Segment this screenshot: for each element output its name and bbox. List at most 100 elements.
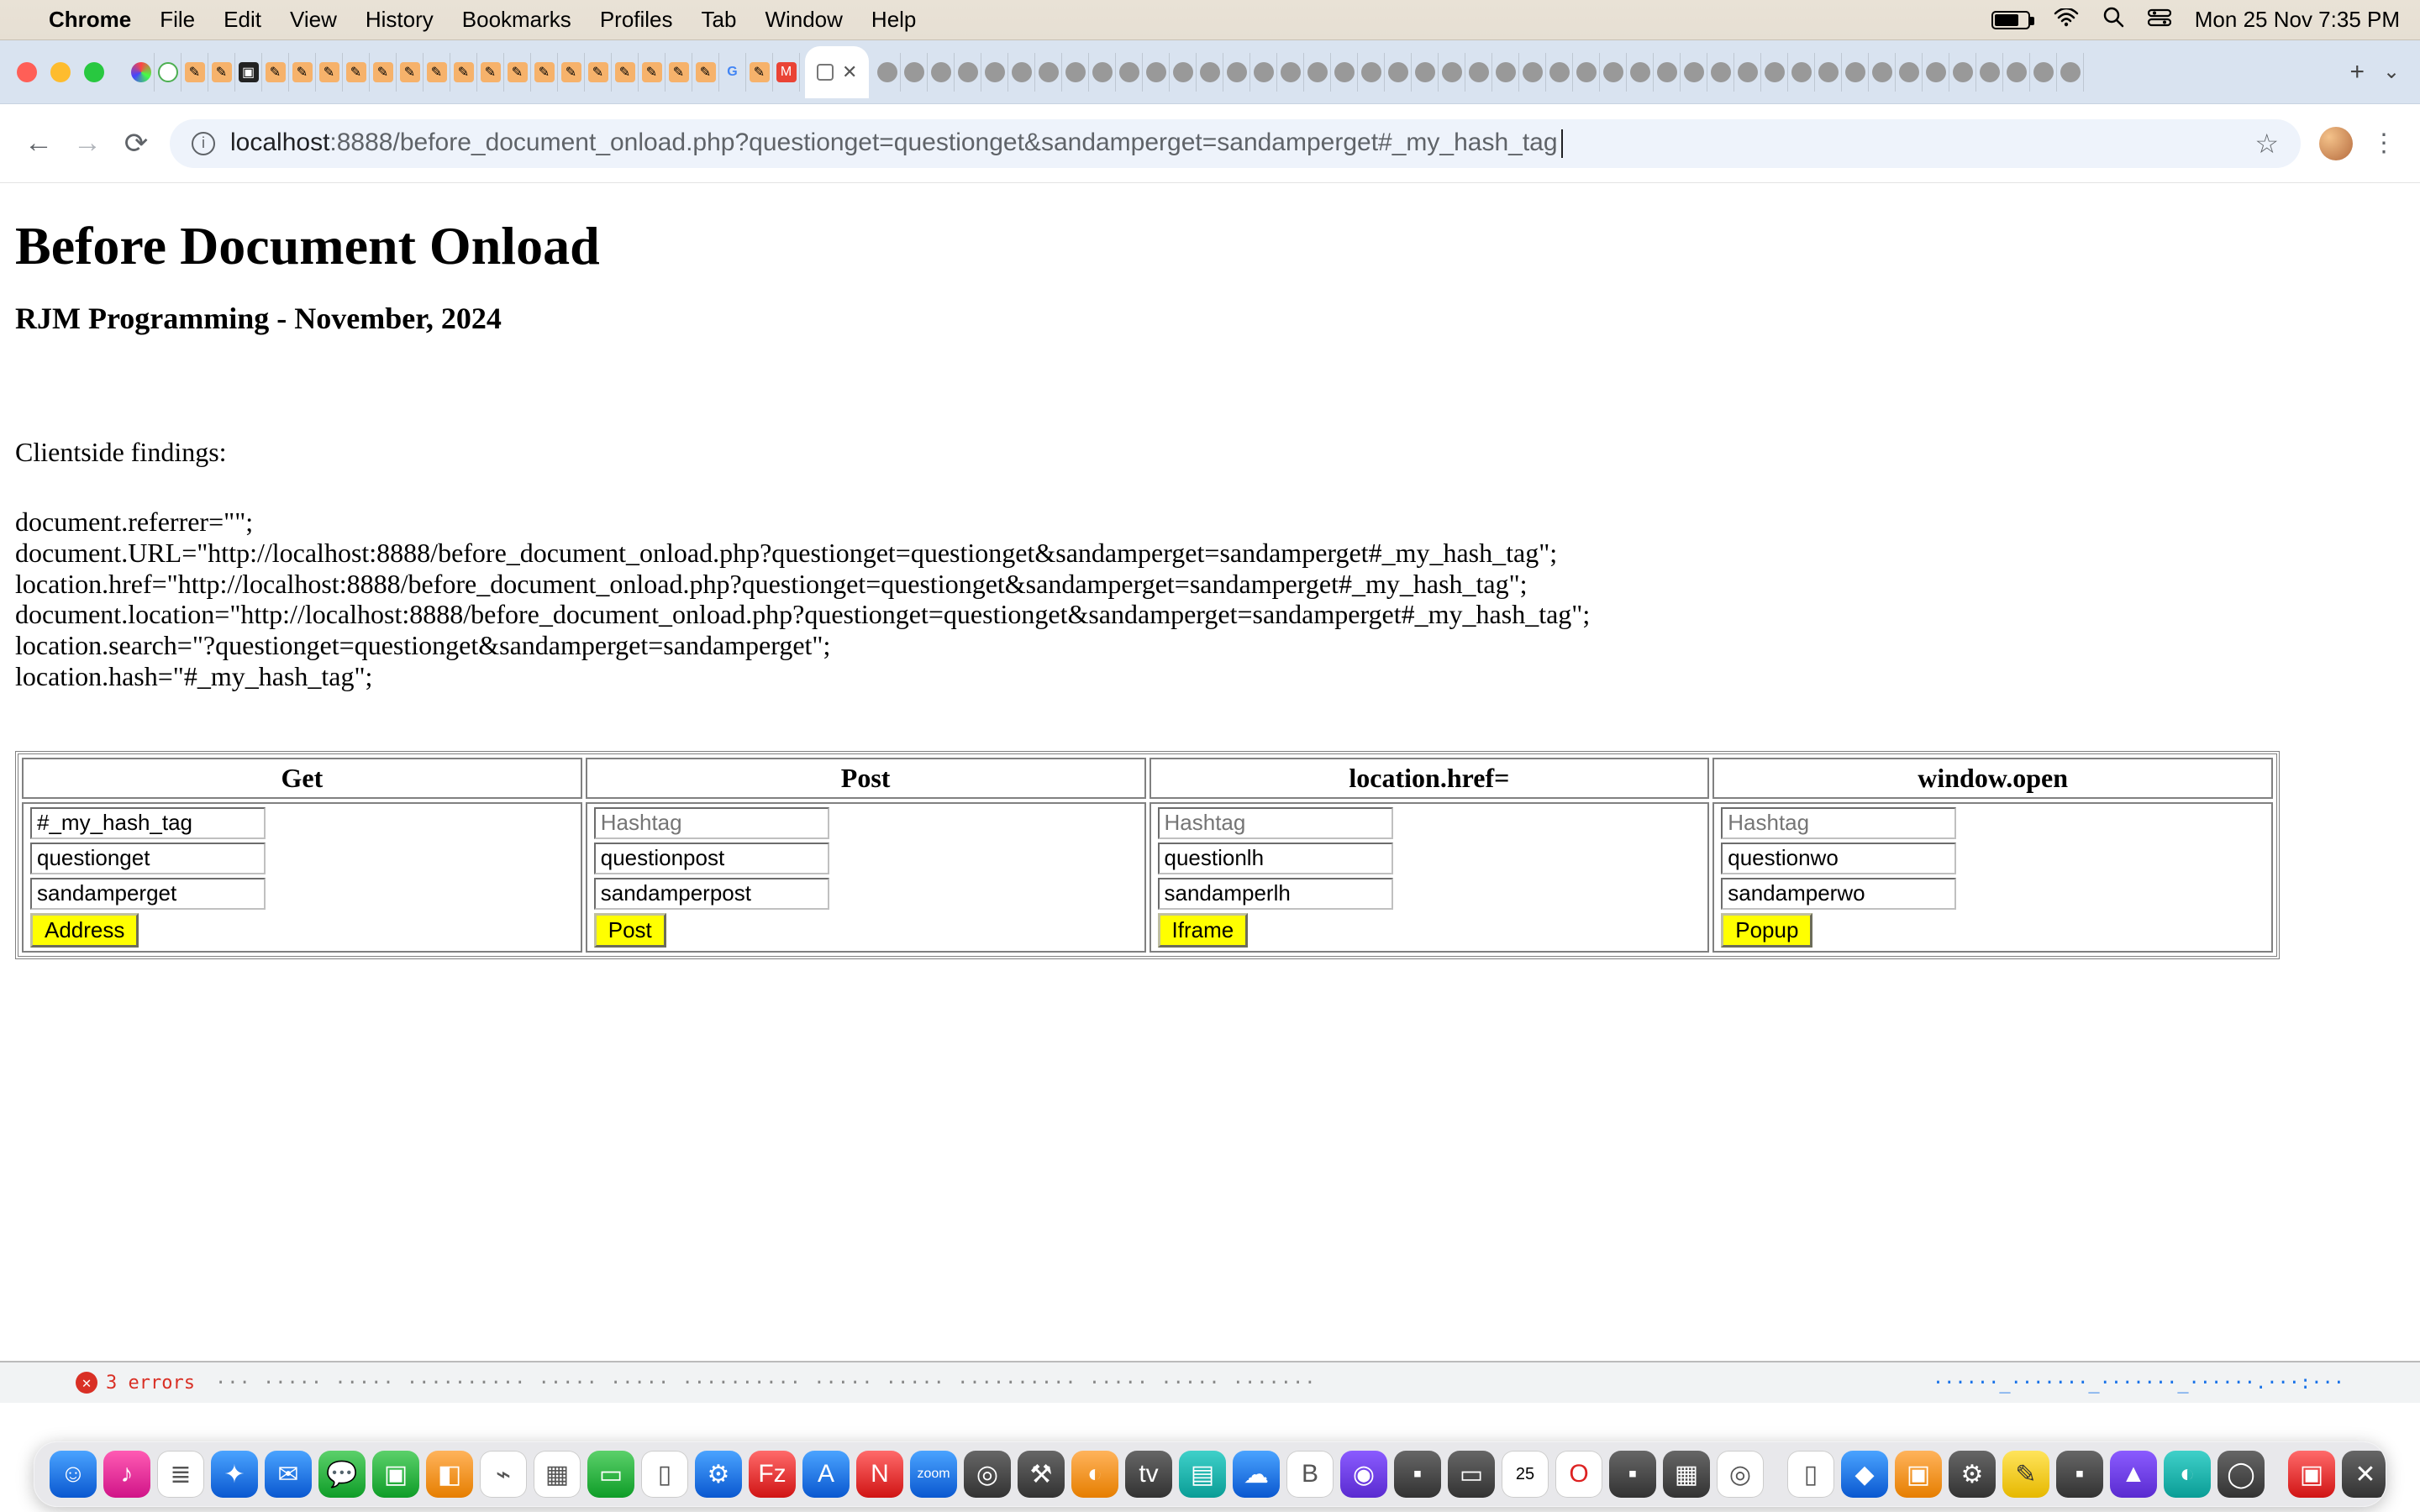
dock-app-zoom[interactable]: zoom xyxy=(910,1451,957,1498)
dock-app[interactable]: ▭ xyxy=(1448,1451,1495,1498)
dock-app-filezilla[interactable]: Fz xyxy=(749,1451,796,1498)
dock-app[interactable]: ✕ xyxy=(2342,1451,2386,1498)
dock-app-safari[interactable]: ✦ xyxy=(211,1451,258,1498)
pinned-tab[interactable] xyxy=(1761,53,1788,92)
pinned-tab[interactable] xyxy=(1842,53,1869,92)
pinned-tab[interactable] xyxy=(1976,53,2003,92)
dock-app[interactable]: ◆ xyxy=(1841,1451,1888,1498)
pinned-tab[interactable] xyxy=(1949,53,1976,92)
pinned-tab[interactable] xyxy=(1734,53,1761,92)
pinned-tab[interactable]: ▣ xyxy=(235,53,262,92)
bookmark-star-icon[interactable]: ☆ xyxy=(2254,128,2279,160)
pinned-tab[interactable] xyxy=(2030,53,2057,92)
pinned-tab[interactable] xyxy=(1681,53,1707,92)
pinned-tab[interactable] xyxy=(981,53,1008,92)
devtools-error-count[interactable]: ✕ 3 errors xyxy=(76,1372,195,1394)
pinned-tab[interactable] xyxy=(1519,53,1546,92)
dock-app[interactable]: ⚙ xyxy=(1949,1451,1996,1498)
dock-app-podcasts[interactable]: ◉ xyxy=(1340,1451,1387,1498)
pinned-tab[interactable] xyxy=(1707,53,1734,92)
menu-profiles[interactable]: Profiles xyxy=(600,7,673,33)
pinned-tab[interactable] xyxy=(1439,53,1465,92)
control-center-icon[interactable] xyxy=(2148,7,2171,33)
pinned-tab[interactable]: ✎ xyxy=(370,53,397,92)
dock-app[interactable]: ▣ xyxy=(2288,1451,2335,1498)
dock-app-firefox[interactable]: ◐ xyxy=(1071,1451,1118,1498)
pinned-tab[interactable] xyxy=(2057,53,2084,92)
chrome-menu-icon[interactable]: ⋮ xyxy=(2371,129,2396,158)
hashtag-input-post[interactable] xyxy=(594,807,829,839)
pinned-tab[interactable]: ✎ xyxy=(477,53,504,92)
sandamper-input-get[interactable] xyxy=(30,878,266,910)
dock-app-calendar[interactable]: 25 xyxy=(1502,1451,1549,1498)
pinned-tab[interactable] xyxy=(1277,53,1304,92)
dock-app[interactable]: ▪ xyxy=(1394,1451,1441,1498)
pinned-tab[interactable] xyxy=(1250,53,1277,92)
question-input-windowopen[interactable] xyxy=(1721,843,1956,874)
pinned-tab[interactable] xyxy=(1304,53,1331,92)
dock-app[interactable]: N xyxy=(856,1451,903,1498)
pinned-tab[interactable] xyxy=(1654,53,1681,92)
dock-app[interactable]: ⚒ xyxy=(1018,1451,1065,1498)
question-input-get[interactable] xyxy=(30,843,266,874)
pinned-tab[interactable] xyxy=(1116,53,1143,92)
pinned-tab[interactable] xyxy=(901,53,928,92)
sandamper-input-location[interactable] xyxy=(1158,878,1393,910)
pinned-tab[interactable] xyxy=(1627,53,1654,92)
dock-app[interactable]: ▭ xyxy=(587,1451,634,1498)
sandamper-input-windowopen[interactable] xyxy=(1721,878,1956,910)
menu-bookmarks[interactable]: Bookmarks xyxy=(462,7,571,33)
dock-app[interactable]: ▦ xyxy=(1663,1451,1710,1498)
dock-app-messages[interactable]: 💬 xyxy=(318,1451,366,1498)
pinned-tab[interactable]: ✎ xyxy=(424,53,450,92)
dock-app[interactable]: ☁ xyxy=(1233,1451,1280,1498)
dock-app[interactable]: ▣ xyxy=(1895,1451,1942,1498)
hashtag-input-windowopen[interactable] xyxy=(1721,807,1956,839)
menu-help[interactable]: Help xyxy=(871,7,916,33)
pinned-tab[interactable] xyxy=(1197,53,1223,92)
pinned-tab[interactable]: ✎ xyxy=(289,53,316,92)
dock-app[interactable]: B xyxy=(1286,1451,1334,1498)
pinned-tab[interactable]: ✎ xyxy=(182,53,208,92)
pinned-tab[interactable]: ✎ xyxy=(316,53,343,92)
menu-file[interactable]: File xyxy=(160,7,195,33)
battery-icon[interactable] xyxy=(1991,11,2030,29)
pinned-tab[interactable] xyxy=(1412,53,1439,92)
menu-view[interactable]: View xyxy=(290,7,337,33)
pinned-tab[interactable] xyxy=(1896,53,1923,92)
dock-app[interactable]: ⚙ xyxy=(695,1451,742,1498)
devtools-bar[interactable]: ✕ 3 errors ··· ····· ····· ·········· ··… xyxy=(0,1361,2420,1403)
menu-window[interactable]: Window xyxy=(765,7,842,33)
pinned-tab[interactable] xyxy=(1331,53,1358,92)
dock-app[interactable]: ▪ xyxy=(1609,1451,1656,1498)
pinned-tab[interactable]: ✎ xyxy=(397,53,424,92)
dock-app[interactable]: ◐ xyxy=(2164,1451,2211,1498)
active-tab[interactable]: ✕ xyxy=(805,46,869,98)
dock-app-reminders[interactable]: ≣ xyxy=(157,1451,204,1498)
pinned-tab[interactable]: ✎ xyxy=(639,53,666,92)
hashtag-input-location[interactable] xyxy=(1158,807,1393,839)
dock-app-mamp[interactable]: ◯ xyxy=(2217,1451,2265,1498)
question-input-location[interactable] xyxy=(1158,843,1393,874)
pinned-tab[interactable] xyxy=(1035,53,1062,92)
forward-button[interactable]: → xyxy=(72,127,103,160)
site-info-icon[interactable]: i xyxy=(192,132,215,155)
dock-app-mail[interactable]: ✉ xyxy=(265,1451,312,1498)
devtools-source-link[interactable]: ······_·······_·······_······.···:··· xyxy=(1933,1373,2344,1394)
new-tab-button[interactable]: + xyxy=(2338,58,2376,87)
pinned-tab[interactable]: ✎ xyxy=(558,53,585,92)
pinned-tab[interactable] xyxy=(1465,53,1492,92)
dock-app[interactable]: ▤ xyxy=(1179,1451,1226,1498)
address-button[interactable]: Address xyxy=(30,913,139,948)
dock-app-appstore[interactable]: A xyxy=(802,1451,850,1498)
dock-app[interactable]: ◎ xyxy=(964,1451,1011,1498)
window-minimize-button[interactable] xyxy=(50,62,71,82)
dock-app-opera[interactable]: O xyxy=(1555,1451,1602,1498)
back-button[interactable]: ← xyxy=(24,127,54,160)
menu-history[interactable]: History xyxy=(366,7,434,33)
pinned-tab[interactable]: ✎ xyxy=(531,53,558,92)
dock-app[interactable]: ▯ xyxy=(1787,1451,1834,1498)
pinned-tab[interactable] xyxy=(1492,53,1519,92)
pinned-tab[interactable]: ✎ xyxy=(746,53,773,92)
pinned-tab[interactable] xyxy=(1385,53,1412,92)
